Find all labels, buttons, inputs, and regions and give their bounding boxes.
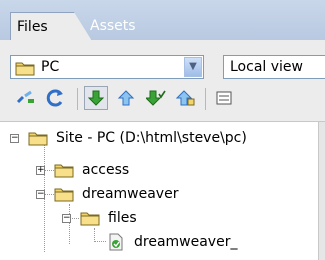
toolbar-separator <box>205 88 206 110</box>
toolbar-icons <box>0 86 325 114</box>
toolbar-separator <box>77 88 78 110</box>
expand-toggle[interactable]: + <box>36 166 45 175</box>
tree-root-label: Site - PC (D:\html\steve\pc) <box>56 130 247 146</box>
file-icon <box>108 233 124 255</box>
tab-assets[interactable]: Assets <box>84 12 142 40</box>
put-files-icon[interactable] <box>114 86 138 110</box>
view-dropdown-value: Local view <box>230 59 303 75</box>
tree-item-label: dreamweaver_ <box>134 234 238 250</box>
tree-scrollbar[interactable] <box>318 122 325 260</box>
folder-icon <box>54 186 74 206</box>
view-dropdown[interactable]: Local view <box>223 55 325 79</box>
tree-item-dreamweaver[interactable]: − dreamweaver <box>0 184 318 206</box>
check-in-icon[interactable] <box>174 86 198 110</box>
chevron-down-icon[interactable]: ▼ <box>184 57 202 77</box>
get-files-icon[interactable] <box>84 86 108 110</box>
tree-item-label: files <box>108 210 137 226</box>
collapse-toggle[interactable]: − <box>62 214 71 223</box>
file-tree[interactable]: − Site - PC (D:\html\steve\pc) + access … <box>0 122 318 260</box>
tree-item-access[interactable]: + access <box>0 160 318 182</box>
tree-item-file[interactable]: dreamweaver_ <box>0 232 318 254</box>
folder-icon <box>15 60 35 80</box>
connect-icon[interactable] <box>14 86 38 110</box>
collapse-toggle[interactable]: − <box>10 134 19 143</box>
collapse-toggle[interactable]: − <box>36 190 45 199</box>
tree-item-files[interactable]: − files <box>0 208 318 230</box>
tree-root[interactable]: − Site - PC (D:\html\steve\pc) <box>0 128 318 150</box>
folder-icon <box>54 162 74 182</box>
tree-item-label: access <box>82 162 130 178</box>
site-dropdown[interactable]: PC ▼ <box>10 55 204 79</box>
expand-icon[interactable] <box>212 86 236 110</box>
folder-icon <box>80 210 100 230</box>
check-out-icon[interactable] <box>144 86 168 110</box>
folder-icon <box>28 130 48 150</box>
refresh-icon[interactable] <box>44 86 68 110</box>
panel-tab-bar: Files Assets <box>0 0 325 42</box>
tree-item-label: dreamweaver <box>82 186 179 202</box>
tab-files[interactable]: Files <box>10 12 92 41</box>
site-dropdown-value: PC <box>41 59 60 75</box>
